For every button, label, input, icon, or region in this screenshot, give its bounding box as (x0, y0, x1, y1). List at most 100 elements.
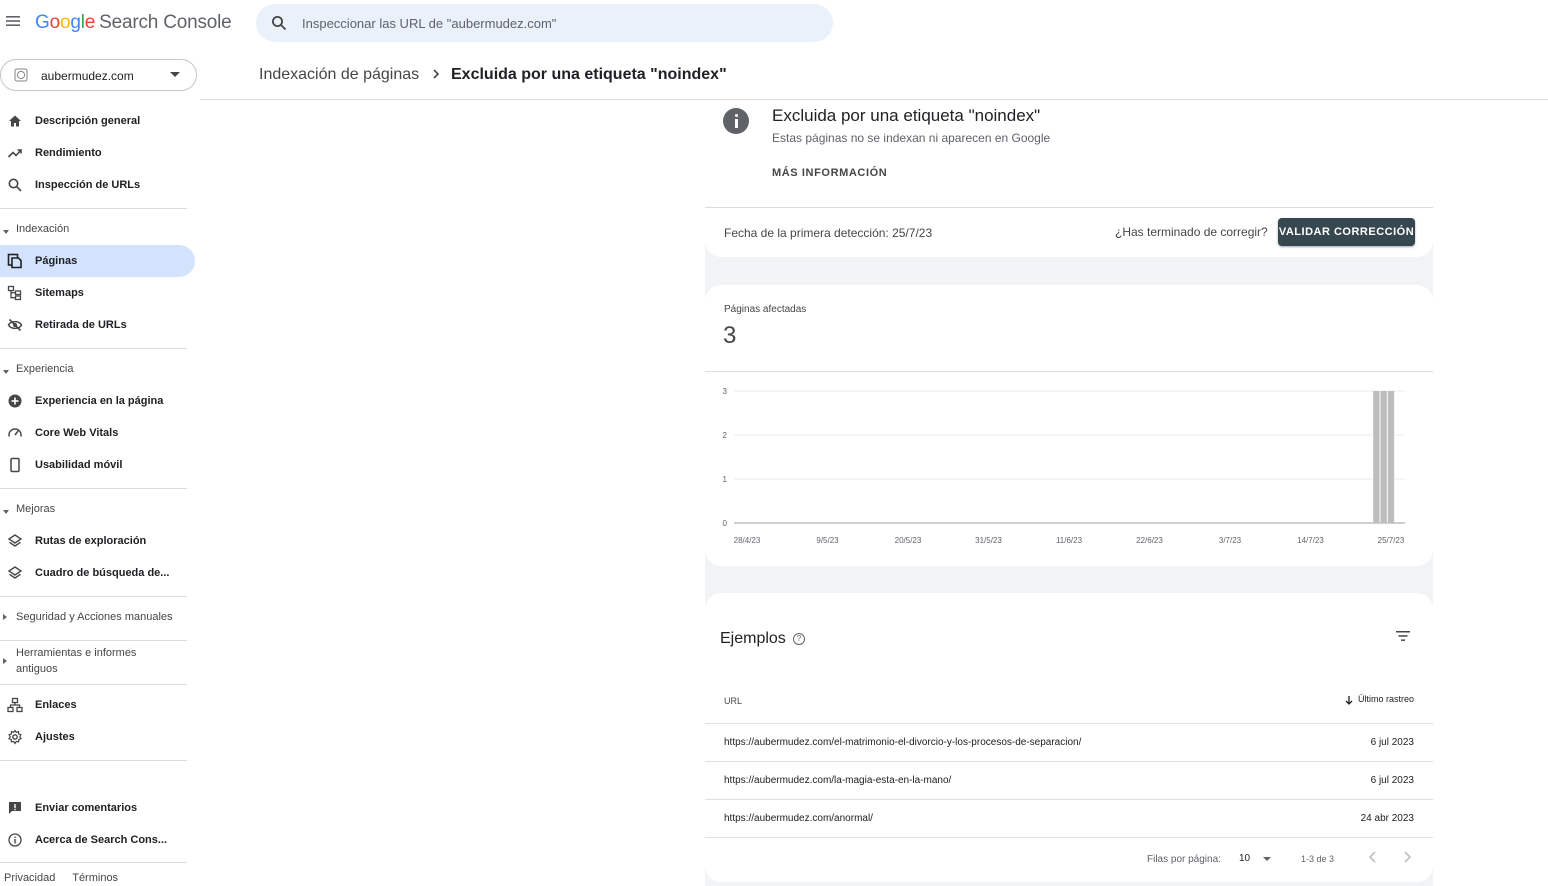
sidebar-item-overview[interactable]: Descripción general (0, 105, 195, 137)
chevron-down-icon (3, 370, 9, 374)
links-icon (7, 697, 23, 713)
feedback-icon (9, 802, 21, 814)
sidebar-item-removals[interactable]: Retirada de URLs (0, 309, 195, 341)
speedometer-icon (8, 428, 22, 437)
sidebar-section-enhancements[interactable]: Mejoras (0, 501, 195, 519)
table-row[interactable]: https://aubermudez.com/anormal/ 24 abr 2… (705, 799, 1433, 837)
row-url: https://aubermudez.com/la-magia-esta-en-… (724, 775, 952, 786)
gear-icon (8, 729, 22, 745)
search-icon (272, 16, 287, 31)
sidebar-section-security[interactable]: Seguridad y Acciones manuales (0, 609, 195, 627)
first-detected-date: Fecha de la primera detección: 25/7/23 (724, 226, 933, 240)
sidebar-item-url-inspection[interactable]: Inspección de URLs (0, 169, 195, 201)
top-bar: Google Search Console (0, 0, 1548, 48)
table-row[interactable]: https://aubermudez.com/el-matrimonio-el-… (705, 723, 1433, 761)
issue-title: Excluida por una etiqueta "noindex" (772, 106, 1041, 125)
search-icon (8, 178, 22, 192)
sidebar-divider (0, 208, 187, 209)
help-icon[interactable]: ? (793, 633, 805, 645)
chevron-right-icon (3, 614, 7, 620)
row-date: 24 abr 2023 (1360, 813, 1414, 824)
x-tick-label: 14/7/23 (1297, 536, 1324, 545)
affected-pages-chart: 0 1 2 3 28/4/23 9/5/23 20/5/23 31/5/23 11/6/23 22… (723, 387, 1405, 545)
sidebar-item-sitelinks-searchbox[interactable]: Cuadro de búsqueda de... (0, 557, 195, 589)
column-header-last-crawl-label: Último rastreo (1357, 694, 1414, 704)
sidebar-item-breadcrumbs[interactable]: Rutas de exploración (0, 525, 195, 557)
sitemap-icon (7, 285, 22, 301)
sidebar-item-links[interactable]: Enlaces (0, 689, 195, 721)
privacy-link[interactable]: Privacidad (4, 872, 55, 884)
row-date: 6 jul 2023 (1370, 737, 1414, 748)
sidebar-item-settings[interactable]: Ajustes (0, 721, 195, 753)
sidebar-item-mobile-usability[interactable]: Usabilidad móvil (0, 449, 195, 481)
table-row[interactable]: https://aubermudez.com/la-magia-esta-en-… (705, 761, 1433, 799)
page-title: Excluida por una etiqueta "noindex" (451, 66, 727, 83)
y-tick-label: 3 (723, 387, 728, 396)
x-tick-label: 11/6/23 (1056, 536, 1083, 545)
property-selector[interactable]: aubermudez.com (0, 59, 197, 91)
search-input[interactable] (302, 4, 822, 42)
chevron-down-icon (3, 230, 9, 234)
phone-icon (10, 457, 20, 473)
affected-pages-card: Páginas afectadas 3 0 1 2 3 28/4/23 9/5/23 20/… (705, 285, 1433, 566)
column-header-last-crawl[interactable]: Último rastreo (1344, 694, 1414, 705)
previous-page-icon[interactable] (1366, 850, 1380, 864)
sidebar-divider (0, 684, 187, 685)
pages-icon (7, 253, 22, 269)
row-url: https://aubermudez.com/anormal/ (724, 813, 873, 824)
examples-title: Ejemplos (720, 630, 786, 647)
content-left-blank (200, 100, 705, 886)
sidebar-item-pages[interactable]: Páginas (0, 245, 195, 277)
affected-pages-label: Páginas afectadas (724, 304, 807, 315)
sidebar-item-about[interactable]: Acerca de Search Cons... (0, 824, 195, 856)
eye-off-icon (7, 318, 23, 332)
info-icon (723, 108, 749, 134)
sidebar-item-performance[interactable]: Rendimiento (0, 137, 195, 169)
next-page-icon[interactable] (1400, 850, 1414, 864)
validate-fix-button[interactable]: VALIDAR CORRECCIÓN (1278, 218, 1415, 246)
sidebar-section-indexing[interactable]: Indexación (0, 221, 195, 239)
x-tick-label: 28/4/23 (734, 536, 761, 545)
chevron-right-icon (433, 69, 440, 79)
layers-icon (7, 534, 23, 547)
sidebar-divider (0, 348, 187, 349)
sidebar-divider (0, 760, 187, 761)
trending-up-icon (7, 149, 22, 158)
sidebar-item-core-web-vitals[interactable]: Core Web Vitals (0, 417, 195, 449)
column-header-url: URL (724, 696, 743, 706)
hamburger-menu-icon[interactable] (4, 12, 22, 30)
x-tick-label: 20/5/23 (895, 536, 922, 545)
sidebar-divider (0, 862, 187, 863)
breadcrumb-parent[interactable]: Indexación de páginas (259, 66, 419, 84)
chart-bar (1387, 391, 1395, 523)
table-divider (705, 837, 1433, 838)
filter-icon[interactable] (1395, 629, 1411, 643)
home-icon (9, 115, 21, 127)
fix-question: ¿Has terminado de corregir? (1115, 225, 1268, 239)
search-console-logo[interactable]: Google Search Console (35, 12, 232, 34)
more-info-link[interactable]: MÁS INFORMACIÓN (772, 167, 887, 179)
chevron-right-icon (3, 658, 7, 664)
footer-links: Privacidad Términos (4, 872, 132, 884)
sidebar-item-page-experience[interactable]: Experiencia en la página (0, 385, 195, 417)
sidebar-item-send-feedback[interactable]: Enviar comentarios (0, 792, 195, 824)
arrow-down-icon (1345, 695, 1353, 705)
terms-link[interactable]: Términos (72, 872, 118, 884)
property-name: aubermudez.com (41, 69, 134, 83)
sidebar-item-sitemaps[interactable]: Sitemaps (0, 277, 195, 309)
row-date: 6 jul 2023 (1370, 775, 1414, 786)
examples-card: Ejemplos ? URL Último rastreo https://au… (705, 593, 1433, 882)
sidebar-divider (0, 640, 187, 641)
breadcrumb: Indexación de páginas Excluida por una e… (200, 48, 1548, 100)
chevron-down-icon[interactable] (1263, 857, 1271, 861)
sidebar-section-legacy-tools[interactable]: Herramientas e informes antiguos (0, 645, 195, 679)
chevron-down-icon (170, 72, 180, 77)
sidebar-section-experience[interactable]: Experiencia (0, 361, 195, 379)
x-tick-label: 25/7/23 (1378, 536, 1405, 545)
rows-per-page-select[interactable]: 10 (1239, 853, 1250, 864)
chart-bar (1373, 391, 1380, 523)
content-right-blank (1433, 100, 1548, 886)
plus-circle-icon (8, 394, 22, 408)
url-inspection-search[interactable] (256, 4, 833, 42)
globe-icon (14, 68, 28, 82)
